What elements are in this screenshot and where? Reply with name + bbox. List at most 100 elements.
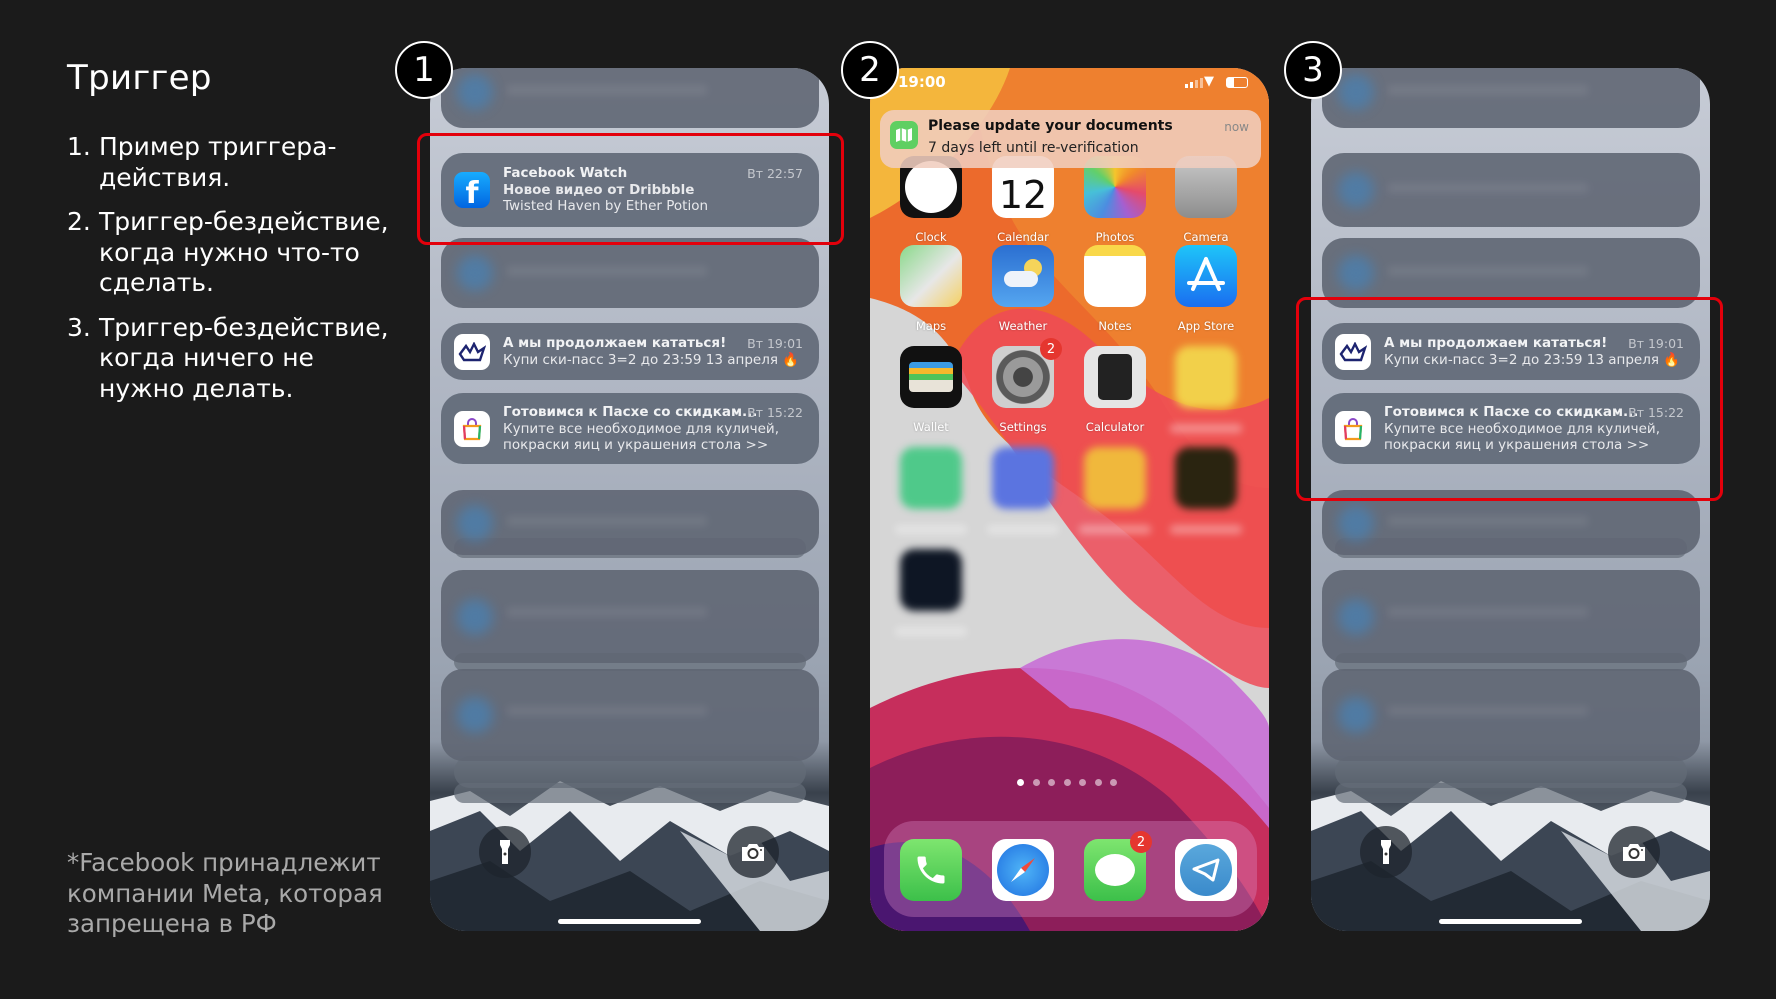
- wifi-icon: ▼: [1204, 74, 1214, 89]
- notification-body: Купите все необходимое для куличей,: [503, 420, 779, 437]
- camera-button[interactable]: [727, 826, 779, 878]
- telegram-icon[interactable]: [1175, 839, 1237, 901]
- blurred-app-icon[interactable]: [900, 447, 962, 509]
- blurred-app-label: [895, 627, 967, 636]
- notification[interactable]: А мы продолжаем кататься! Вт 19:01 Купи ск…: [441, 323, 819, 380]
- camera-button[interactable]: [1608, 826, 1660, 878]
- blurred-app-label: [1079, 525, 1151, 534]
- app-label: Clock: [915, 230, 947, 244]
- blurred-text: [1388, 182, 1588, 193]
- notification-banner[interactable]: Please update your documents 7 days left…: [880, 110, 1261, 168]
- calendar-date: 12: [998, 173, 1048, 217]
- page-dot[interactable]: [1063, 779, 1071, 786]
- blurred-app-icon: [1338, 504, 1374, 541]
- blurred-app-icon[interactable]: [1175, 346, 1237, 408]
- page-dot[interactable]: [1048, 779, 1055, 786]
- blurred-text: [507, 705, 707, 716]
- blurred-app-icon: [457, 504, 493, 541]
- blurred-notification[interactable]: [441, 68, 819, 128]
- notification-badge: 2: [1130, 831, 1152, 853]
- app-label: Wallet: [913, 420, 949, 434]
- blurred-notification[interactable]: [441, 490, 819, 555]
- notification-title: А мы продолжаем кататься!: [503, 334, 727, 351]
- blurred-text: [1388, 607, 1588, 618]
- blurred-text: [1388, 705, 1588, 716]
- notification[interactable]: Готовимся к Пасхе со скидкам... Вт 15:22 К…: [441, 393, 819, 464]
- app-store-icon[interactable]: [1175, 245, 1237, 307]
- app-label: Weather: [998, 319, 1048, 333]
- page-dot[interactable]: [1017, 779, 1024, 786]
- notification-time: Вт 19:01: [747, 335, 803, 351]
- blurred-app-icon: [1338, 598, 1374, 635]
- blurred-text: [507, 266, 707, 276]
- ski-resort-icon: [454, 333, 490, 370]
- highlight-trigger-action: [417, 133, 844, 245]
- battery-icon: [1226, 77, 1248, 88]
- flashlight-button[interactable]: [1360, 826, 1412, 878]
- notes-icon[interactable]: [1084, 245, 1146, 307]
- phone-icon[interactable]: [900, 839, 962, 901]
- blurred-app-icon: [457, 255, 493, 291]
- highlight-trigger-inaction: [1296, 297, 1723, 501]
- notification-stack: [1335, 783, 1687, 803]
- maps-icon[interactable]: [900, 245, 962, 307]
- flashlight-icon: [500, 840, 510, 864]
- flashlight-icon: [1381, 840, 1391, 864]
- blurred-app-icon[interactable]: [992, 447, 1054, 509]
- calculator-icon[interactable]: [1084, 346, 1146, 408]
- blurred-app-label: [895, 525, 967, 534]
- app-label: Calendar: [997, 230, 1049, 244]
- list-item: 2. Триггер-бездействие, когда нужно что-т…: [67, 207, 389, 297]
- blurred-app-icon[interactable]: [1175, 447, 1237, 509]
- blurred-text: [1388, 84, 1588, 95]
- page-dot[interactable]: [1079, 779, 1086, 786]
- signal-icon: [1185, 78, 1203, 88]
- page-dot[interactable]: [1094, 779, 1102, 786]
- flashlight-button[interactable]: [479, 826, 531, 878]
- camera-icon: [742, 844, 764, 861]
- list-item: 3. Триггер-бездействие, когда ничего не н…: [67, 312, 389, 403]
- blurred-app-icon: [457, 74, 493, 110]
- blurred-notification[interactable]: [1322, 68, 1700, 128]
- banner-body: 7 days left until re-verification: [928, 140, 1139, 156]
- blurred-app-label: [1170, 424, 1242, 433]
- app-label: Notes: [1098, 319, 1132, 333]
- step-1-marker: 1: [395, 41, 453, 99]
- slide-title: Триггер: [67, 58, 212, 98]
- home-indicator[interactable]: [558, 919, 701, 924]
- notification-body: Купи ски-пасс 3=2 до 23:59 13 апреля 🔥: [503, 351, 800, 368]
- blurred-app-icon[interactable]: [900, 549, 962, 611]
- shopping-bag-icon: [454, 410, 490, 447]
- app-label: Camera: [1183, 230, 1229, 244]
- step-2-marker: 2: [841, 41, 899, 99]
- blurred-notification[interactable]: [441, 238, 819, 308]
- safari-icon[interactable]: [992, 839, 1054, 901]
- app-label: Maps: [915, 319, 947, 333]
- page-dot[interactable]: [1110, 779, 1117, 786]
- blurred-app-icon[interactable]: [1084, 447, 1146, 509]
- weather-icon[interactable]: [992, 245, 1054, 307]
- banner-time: now: [1224, 120, 1249, 134]
- blurred-app-icon: [1338, 697, 1374, 733]
- home-indicator[interactable]: [1439, 919, 1582, 924]
- banner-title: Please update your documents: [928, 118, 1173, 134]
- home-screen: 19:00 ▼ Clock 12 Calendar Photos Camera Maps W…: [870, 68, 1269, 931]
- blurred-notification[interactable]: [441, 570, 819, 663]
- app-label: Settings: [999, 420, 1047, 434]
- blurred-text: [507, 516, 707, 526]
- wallet-icon[interactable]: [900, 346, 962, 408]
- blurred-text: [1388, 516, 1588, 526]
- page-dot[interactable]: [1032, 779, 1040, 786]
- blurred-notification[interactable]: [1322, 570, 1700, 663]
- blurred-notification[interactable]: [1322, 669, 1700, 761]
- blurred-notification[interactable]: [1322, 153, 1700, 227]
- blurred-app-label: [1170, 525, 1242, 534]
- blurred-app-icon: [457, 697, 493, 733]
- blurred-notification[interactable]: [441, 669, 819, 761]
- blurred-app-label: [987, 525, 1059, 534]
- map-app-icon: [890, 121, 918, 149]
- step-3-marker: 3: [1284, 41, 1342, 99]
- blurred-text: [507, 607, 707, 618]
- app-label: App Store: [1177, 319, 1235, 333]
- blurred-app-icon: [1338, 74, 1374, 110]
